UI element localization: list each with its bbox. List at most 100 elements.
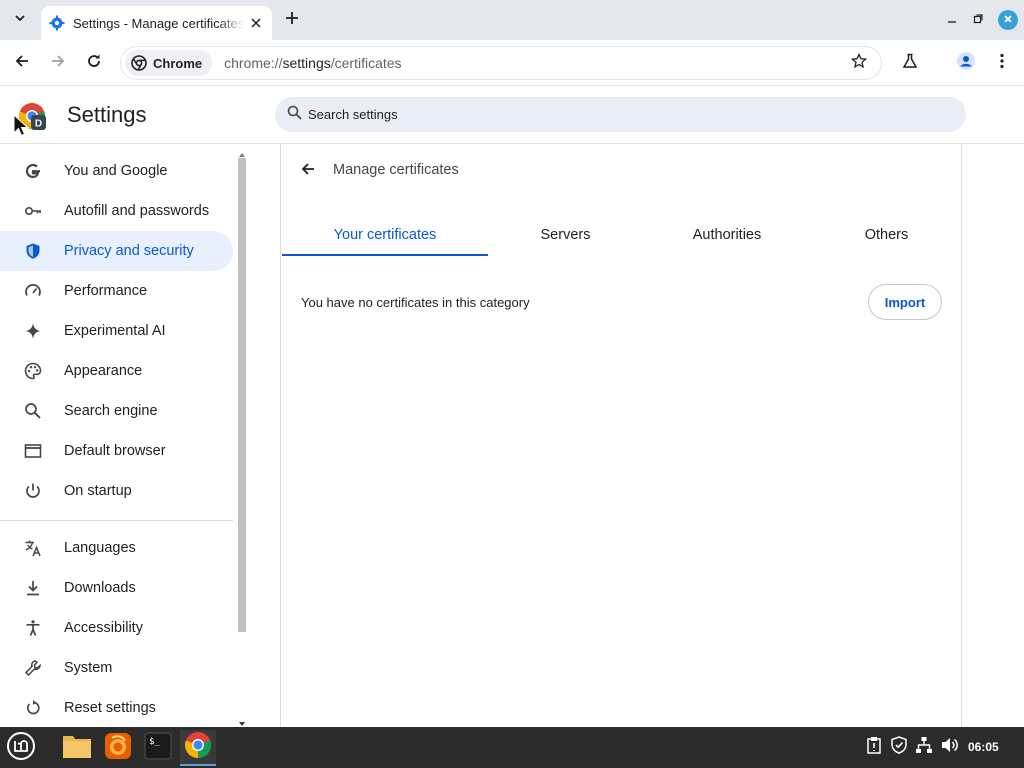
arrow-right-icon — [50, 53, 66, 74]
translate-icon — [24, 539, 42, 557]
star-icon — [850, 52, 868, 74]
search-icon — [24, 402, 42, 420]
settings-header: D Settings — [0, 86, 1024, 144]
tab-your-certificates[interactable]: Your certificates — [282, 218, 488, 256]
settings-title: Settings — [67, 102, 147, 127]
url-scheme: chrome:// — [224, 55, 283, 71]
site-info-chip[interactable]: Chrome — [125, 50, 213, 76]
back-to-privacy-button[interactable] — [297, 160, 319, 182]
power-icon — [24, 482, 42, 500]
terminal-icon: $_ — [144, 732, 172, 765]
tray-shield[interactable] — [889, 735, 909, 759]
back-button[interactable] — [10, 51, 34, 75]
sidebar-scrollbar[interactable] — [236, 144, 248, 727]
tab-authorities[interactable]: Authorities — [643, 218, 811, 256]
sidebar-item-accessibility[interactable]: Accessibility — [0, 608, 233, 648]
import-button[interactable]: Import — [868, 284, 942, 320]
taskbar: $_ 06:05 — [0, 727, 1024, 768]
sidebar-item-privacy-security[interactable]: Privacy and security — [0, 231, 233, 271]
clipboard-icon — [866, 736, 882, 759]
scrollbar-thumb[interactable] — [238, 158, 246, 632]
sidebar-item-label: Downloads — [64, 580, 136, 596]
sidebar-item-label: Privacy and security — [64, 243, 194, 259]
sidebar-item-system[interactable]: System — [0, 648, 233, 688]
taskbar-clock[interactable]: 06:05 — [968, 740, 999, 754]
mouse-cursor-icon — [13, 113, 33, 138]
start-menu-button[interactable] — [3, 730, 39, 766]
maximize-button[interactable] — [968, 10, 988, 30]
sidebar-item-label: Appearance — [64, 363, 143, 379]
tray-clipboard[interactable] — [864, 736, 884, 759]
minimize-button[interactable] — [942, 10, 962, 30]
avatar-icon — [956, 51, 976, 76]
plus-icon — [285, 11, 299, 30]
more-vert-icon — [999, 53, 1005, 74]
key-icon — [24, 202, 42, 220]
sidebar-item-appearance[interactable]: Appearance — [0, 351, 233, 391]
sidebar-item-performance[interactable]: Performance — [0, 271, 233, 311]
reload-button[interactable] — [82, 51, 106, 75]
chrome-logo-icon — [131, 55, 147, 71]
tab-strip: Settings - Manage certificates — [0, 0, 1024, 40]
download-icon — [24, 579, 42, 597]
volume-icon — [941, 737, 959, 758]
sidebar-item-you-and-google[interactable]: You and Google — [0, 151, 233, 191]
address-bar[interactable]: Chrome chrome://settings/certificates — [120, 46, 882, 80]
labs-button[interactable] — [898, 51, 922, 75]
sidebar-item-label: Experimental AI — [64, 323, 166, 339]
svg-text:$_: $_ — [149, 737, 160, 747]
url-path: /certificates — [330, 55, 402, 71]
tab-close-icon[interactable] — [248, 15, 264, 31]
taskbar-chrome[interactable] — [180, 730, 216, 766]
sidebar-item-label: You and Google — [64, 163, 168, 179]
sidebar-item-label: Performance — [64, 283, 148, 299]
tray-network[interactable] — [914, 736, 934, 757]
shield-icon — [891, 735, 907, 759]
taskbar-files[interactable] — [59, 730, 95, 766]
tray-volume[interactable] — [940, 737, 960, 757]
sidebar-item-reset-settings[interactable]: Reset settings — [0, 688, 233, 728]
settings-search-input[interactable] — [308, 107, 908, 122]
window-close-button[interactable] — [998, 10, 1018, 30]
sidebar-item-label: Search engine — [64, 403, 158, 419]
sidebar-item-default-browser[interactable]: Default browser — [0, 431, 233, 471]
page-title: Manage certificates — [333, 162, 459, 178]
certificates-card: Manage certificates Your certificates Se… — [280, 144, 962, 727]
sidebar-divider — [0, 520, 233, 521]
flask-icon — [902, 53, 918, 74]
chip-label: Chrome — [153, 55, 203, 71]
url-text[interactable]: chrome://settings/certificates — [224, 55, 845, 71]
sparkle-icon — [24, 322, 42, 340]
sidebar-item-autofill[interactable]: Autofill and passwords — [0, 191, 233, 231]
scroll-down-arrow-icon[interactable] — [238, 715, 246, 726]
tab-servers[interactable]: Servers — [488, 218, 643, 256]
mint-logo-icon — [6, 731, 36, 766]
tab-others[interactable]: Others — [811, 218, 962, 256]
forward-button[interactable] — [46, 51, 70, 75]
reset-icon — [24, 699, 42, 717]
scroll-up-arrow-icon[interactable] — [238, 146, 246, 157]
menu-button[interactable] — [990, 51, 1014, 75]
svg-text:D: D — [35, 119, 42, 130]
taskbar-terminal[interactable]: $_ — [140, 730, 176, 766]
browser-tab-settings[interactable]: Settings - Manage certificates — [41, 6, 272, 40]
bookmark-star-button[interactable] — [845, 49, 873, 77]
sidebar-item-label: On startup — [64, 483, 132, 499]
sidebar-item-languages[interactable]: Languages — [0, 528, 233, 568]
chevron-down-icon — [14, 11, 26, 29]
new-tab-button[interactable] — [282, 10, 302, 30]
settings-search-box[interactable] — [275, 97, 966, 132]
sidebar-item-experimental-ai[interactable]: Experimental AI — [0, 311, 233, 351]
sidebar-item-on-startup[interactable]: On startup — [0, 471, 233, 511]
folder-icon — [62, 733, 92, 764]
taskbar-firefox[interactable] — [100, 730, 136, 766]
tab-search-button[interactable] — [8, 8, 32, 32]
firefox-icon — [104, 732, 132, 765]
shield-icon — [24, 242, 42, 260]
url-host: settings — [282, 55, 331, 71]
sidebar-item-label: Accessibility — [64, 620, 143, 636]
palette-icon — [24, 362, 42, 380]
profile-button[interactable] — [954, 51, 978, 75]
sidebar-item-search-engine[interactable]: Search engine — [0, 391, 233, 431]
sidebar-item-downloads[interactable]: Downloads — [0, 568, 233, 608]
